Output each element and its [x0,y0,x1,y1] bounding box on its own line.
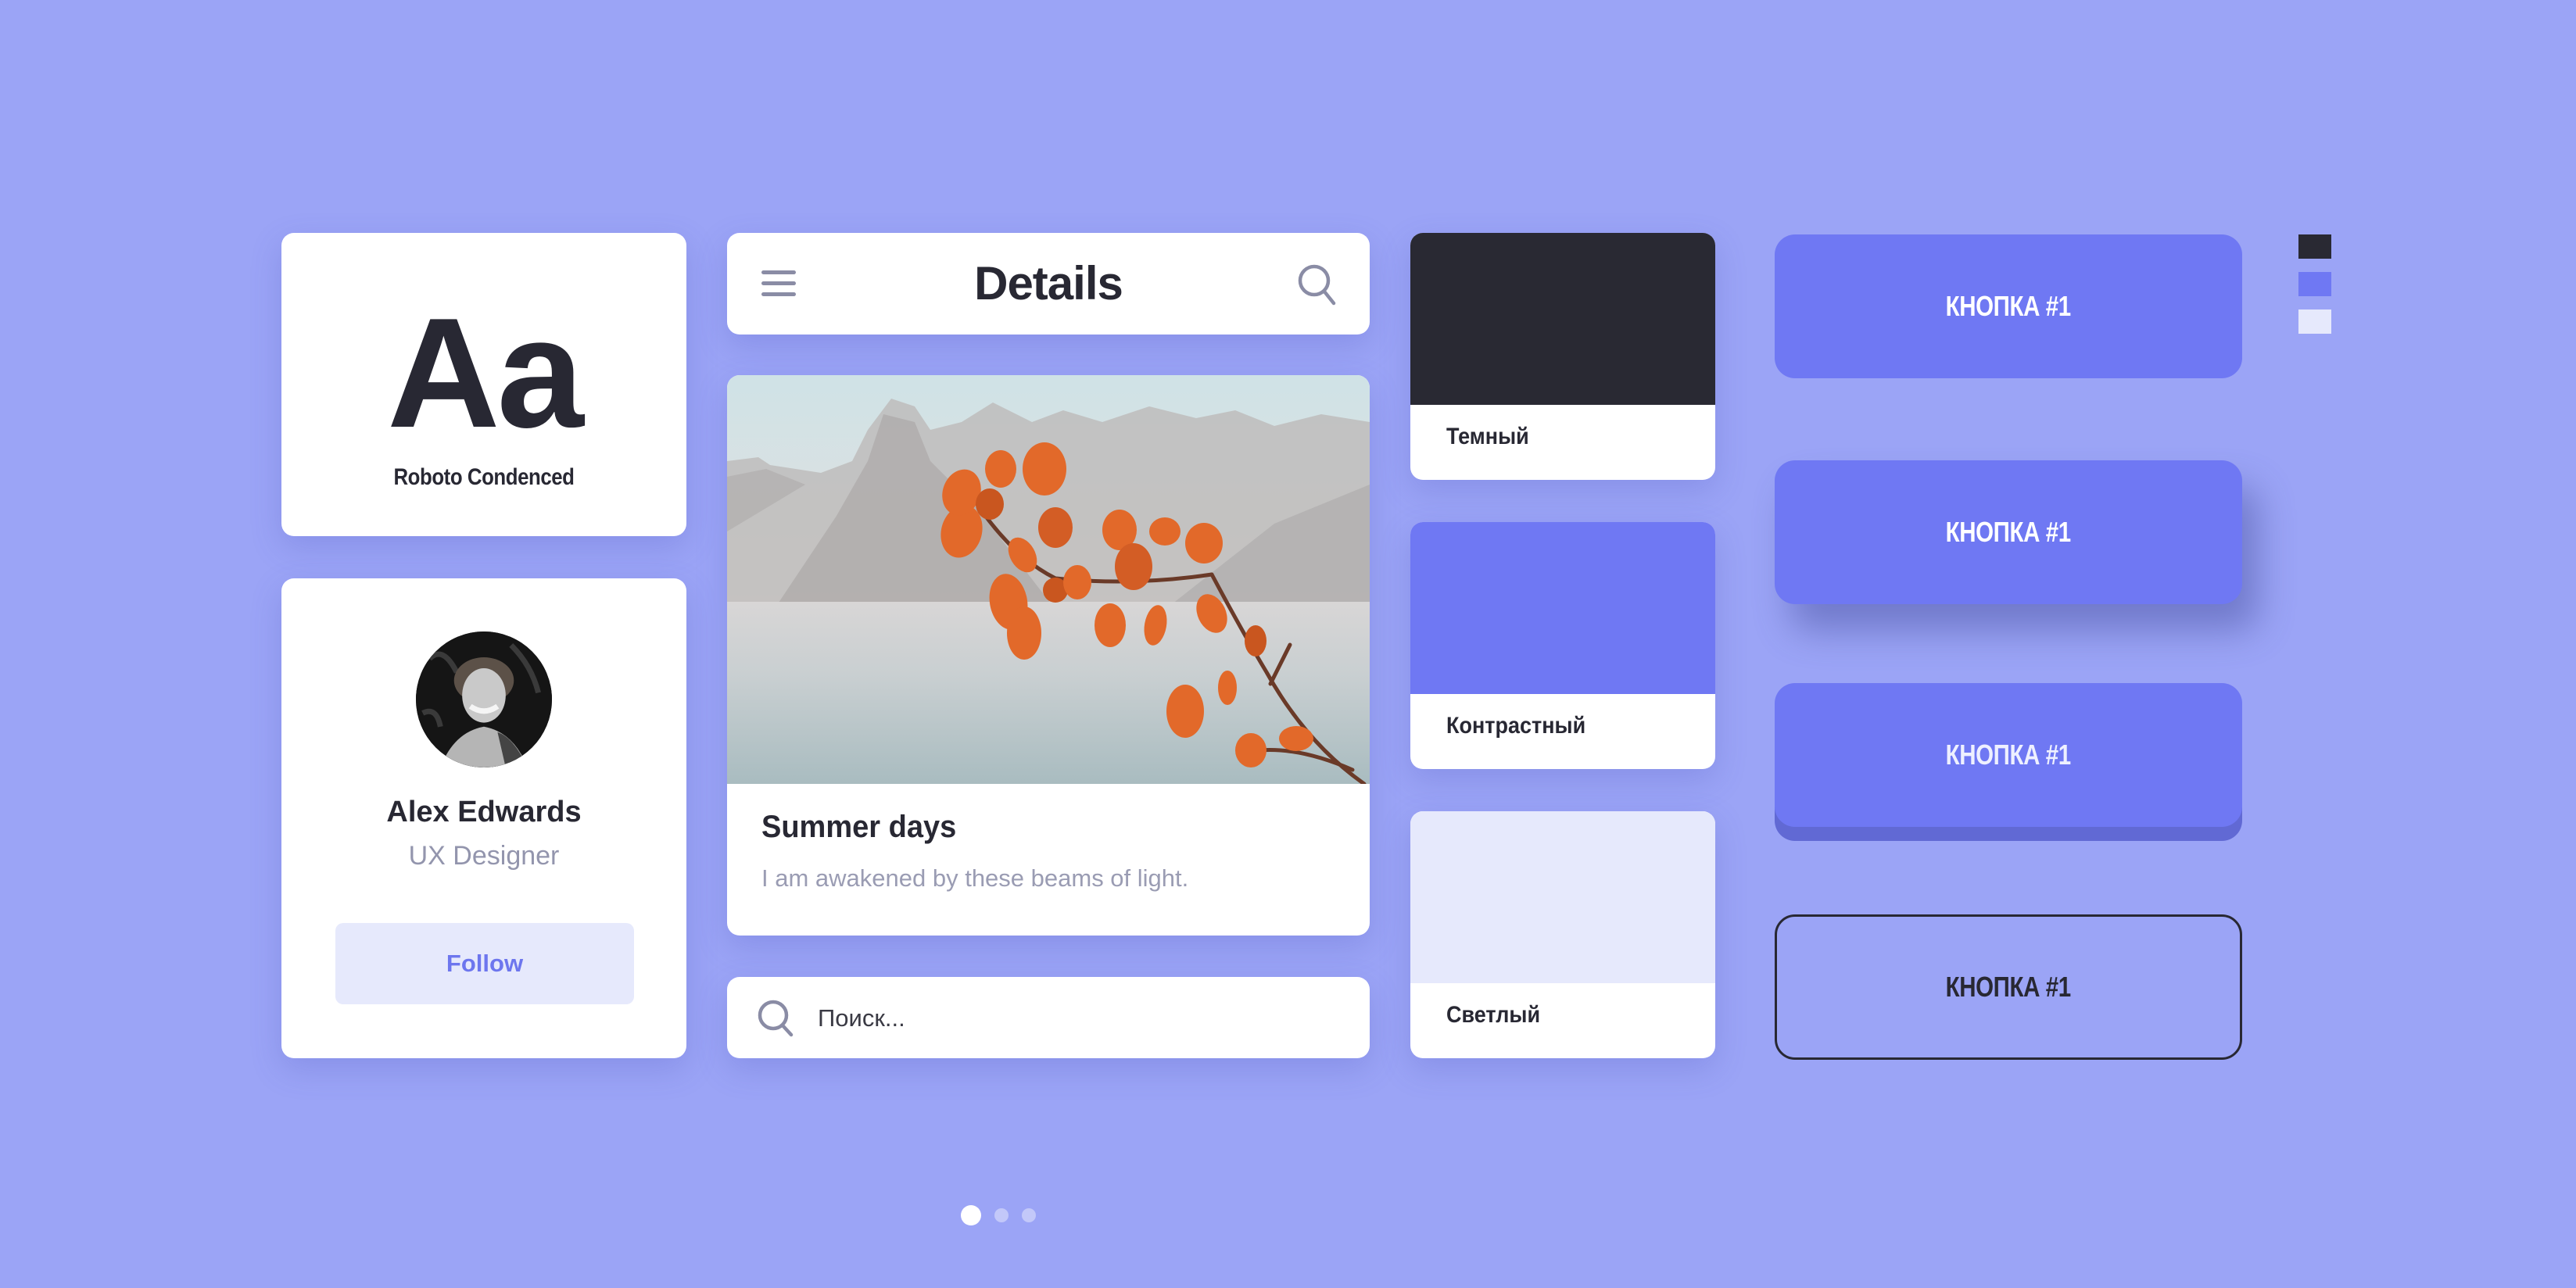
swatch-contrast-card: Контрастный [1410,522,1715,769]
3d-button[interactable]: КНОПКА #1 [1775,683,2242,827]
post-title: Summer days [761,810,957,844]
outline-button-label: КНОПКА #1 [1945,971,2072,1003]
avatar [416,631,552,767]
swatch-light-card: Светлый [1410,811,1715,1058]
swatch-contrast-fill [1410,522,1715,694]
page-title: Details [974,257,1123,309]
palette-accent-chip [2298,272,2331,296]
search-input[interactable] [816,977,1346,1058]
search-icon[interactable] [1296,263,1337,306]
post-image [727,375,1370,784]
swatch-light-label: Светлый [1446,1002,1541,1028]
search-bar [727,977,1370,1058]
swatch-light-fill [1410,811,1715,983]
swatch-contrast-label: Контрастный [1446,713,1586,739]
pager-dot-active[interactable] [961,1205,981,1225]
typography-card: Aa Roboto Condenced [281,233,686,536]
outline-button[interactable]: КНОПКА #1 [1775,914,2242,1060]
shadow-button[interactable]: КНОПКА #1 [1775,460,2242,604]
shadow-button-label: КНОПКА #1 [1945,516,2072,548]
details-header: Details [727,233,1370,335]
search-icon [755,997,797,1039]
pager-dot[interactable] [1022,1208,1036,1222]
post-card[interactable]: Summer days I am awakened by these beams… [727,375,1370,936]
avatar-photo-icon [416,631,552,767]
swatch-dark-label: Темный [1446,424,1529,449]
swatch-dark-fill [1410,233,1715,405]
profile-role: UX Designer [408,841,560,871]
pager-dot[interactable] [994,1208,1009,1222]
profile-name: Alex Edwards [386,796,582,828]
swatch-dark-card: Темный [1410,233,1715,480]
follow-button[interactable]: Follow [335,923,634,1004]
flat-button-label: КНОПКА #1 [1945,290,2072,322]
palette-dark-chip [2298,234,2331,259]
flat-button[interactable]: КНОПКА #1 [1775,234,2242,378]
post-description: I am awakened by these beams of light. [761,864,1189,892]
font-name-label: Roboto Condenced [393,464,575,490]
font-sample: Aa [387,286,584,460]
palette-light-chip [2298,309,2331,334]
3d-button-label: КНОПКА #1 [1945,739,2072,771]
